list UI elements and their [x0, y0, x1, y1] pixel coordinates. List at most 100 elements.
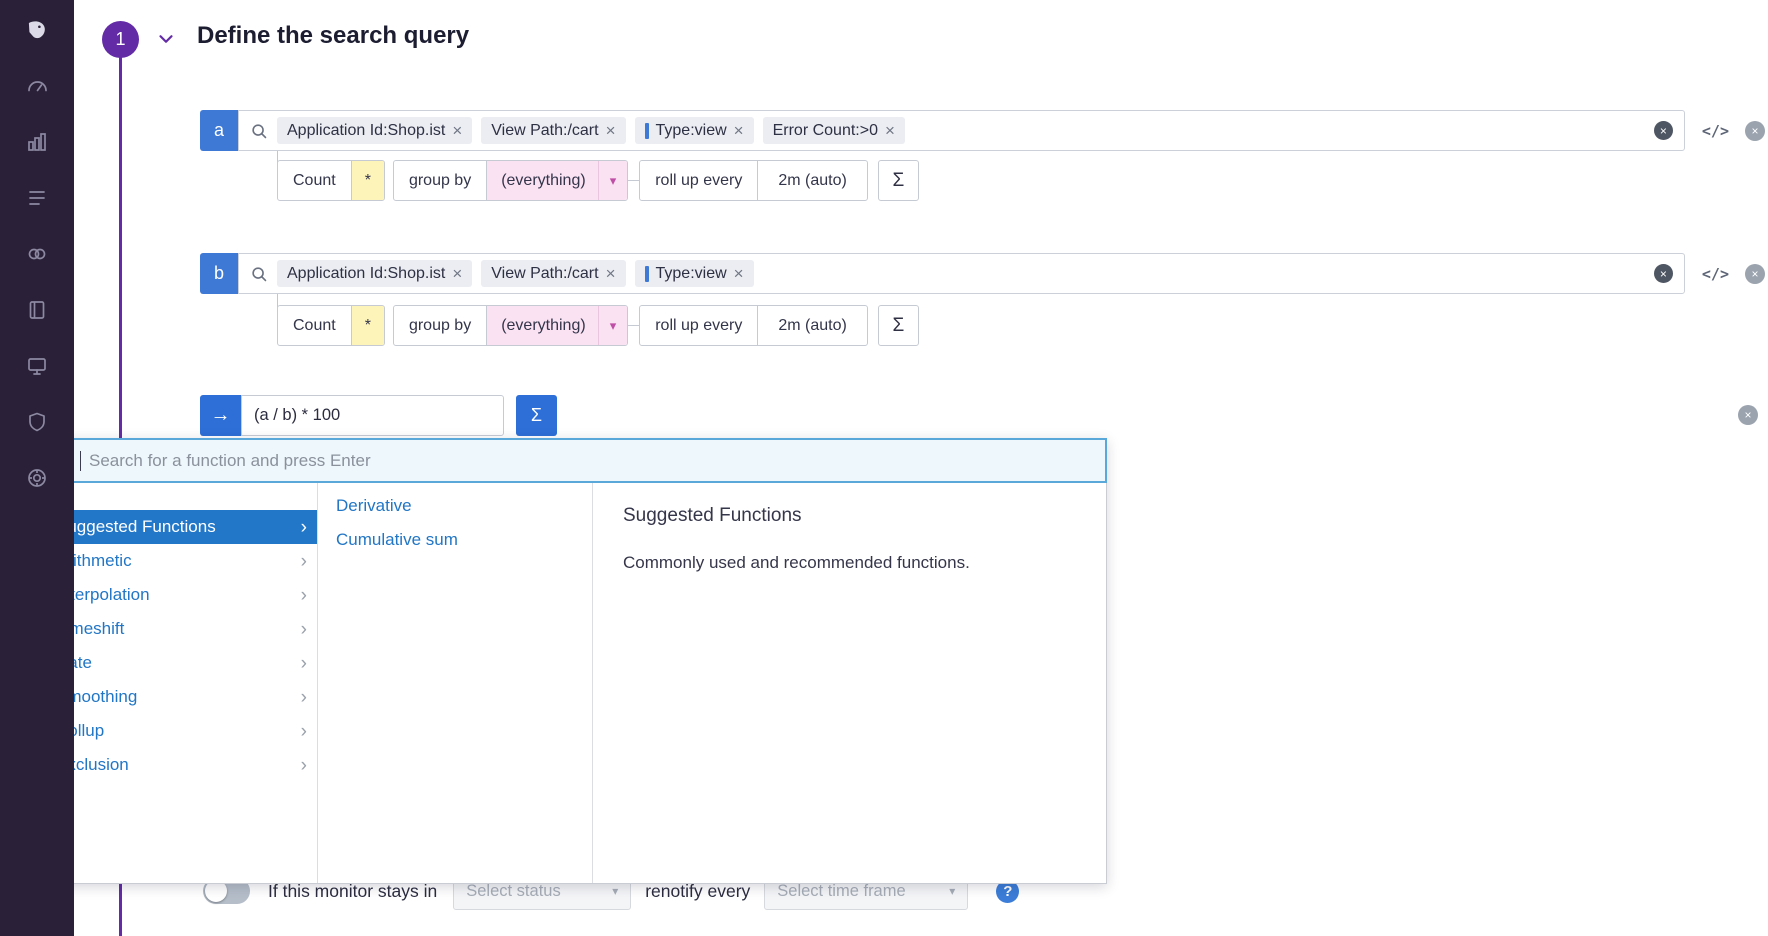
rollup-label: roll up every	[640, 306, 757, 345]
aggregation-row-b: Count * group by (everything) ▾ roll up …	[277, 305, 919, 346]
chevron-right-icon: ›	[301, 756, 307, 775]
filter-label: Application Id:Shop.ist	[287, 265, 445, 283]
filter-pill[interactable]: Application Id:Shop.ist ×	[277, 260, 472, 287]
logs-icon[interactable]	[23, 184, 51, 212]
formula-expression-input[interactable]: (a / b) * 100	[241, 395, 504, 436]
category-exclusion[interactable]: Exclusion ›	[43, 748, 317, 782]
facet-indicator	[645, 123, 649, 139]
function-picker-panel: Suggested Functions › Arithmetic › Inter…	[42, 438, 1107, 884]
chevron-right-icon: ›	[301, 518, 307, 537]
function-derivative[interactable]: Derivative	[318, 489, 592, 523]
section-title: Define the search query	[197, 22, 469, 50]
category-smoothing[interactable]: Smoothing ›	[43, 680, 317, 714]
search-icon	[250, 265, 268, 283]
filter-pill[interactable]: Error Count:>0 ×	[763, 117, 905, 144]
filter-pill[interactable]: View Path:/cart ×	[481, 117, 625, 144]
chevron-right-icon: ›	[301, 688, 307, 707]
select-timeframe-placeholder: Select time frame	[777, 882, 905, 901]
filter-label: Application Id:Shop.ist	[287, 122, 445, 140]
query-search-bar[interactable]: Application Id:Shop.ist × View Path:/car…	[238, 110, 1685, 151]
remove-filter-icon[interactable]: ×	[606, 122, 616, 139]
formula-arrow-icon[interactable]: →	[200, 395, 241, 436]
aggregation-row-a: Count * group by (everything) ▾ roll up …	[277, 160, 919, 201]
remove-filter-icon[interactable]: ×	[452, 265, 462, 282]
category-interpolation[interactable]: Interpolation ›	[43, 578, 317, 612]
chevron-right-icon: ›	[301, 722, 307, 741]
query-letter-badge: a	[200, 110, 238, 151]
detail-description: Commonly used and recommended functions.	[623, 553, 1076, 573]
security-shield-icon[interactable]	[23, 408, 51, 436]
synthetics-globe-icon[interactable]	[23, 464, 51, 492]
category-rollup[interactable]: Rollup ›	[43, 714, 317, 748]
rollup-value-dropdown[interactable]: 2m (auto)	[757, 306, 866, 345]
formula-row: → (a / b) * 100 Σ	[200, 395, 557, 436]
chevron-right-icon: ›	[301, 654, 307, 673]
query-search-bar[interactable]: Application Id:Shop.ist × View Path:/car…	[238, 253, 1685, 294]
category-arithmetic[interactable]: Arithmetic ›	[43, 544, 317, 578]
remove-filter-icon[interactable]: ×	[452, 122, 462, 139]
category-label: Suggested Functions	[56, 517, 216, 537]
datadog-logo-icon[interactable]	[23, 16, 51, 44]
collapse-section-chevron-icon[interactable]	[155, 28, 177, 55]
notebooks-icon[interactable]	[23, 296, 51, 324]
function-search-bar[interactable]	[42, 438, 1107, 483]
delete-formula-icon[interactable]: ×	[1738, 405, 1758, 425]
connector-dash	[628, 325, 639, 326]
step-number-badge: 1	[102, 21, 139, 58]
aggregation-function-dropdown[interactable]: Count	[278, 306, 351, 345]
advanced-options-button[interactable]: Σ	[878, 305, 919, 346]
filter-pill[interactable]: View Path:/cart ×	[481, 260, 625, 287]
group-by-value-dropdown[interactable]: (everything)	[486, 306, 597, 345]
delete-query-icon[interactable]: ×	[1745, 121, 1765, 141]
aggregation-metric-field[interactable]: *	[351, 306, 384, 345]
chevron-down-icon: ▾	[612, 884, 618, 898]
chevron-down-icon[interactable]: ▾	[598, 161, 628, 200]
rollup-value-dropdown[interactable]: 2m (auto)	[757, 161, 866, 200]
filter-label: View Path:/cart	[491, 122, 598, 140]
group-by-label: group by	[394, 161, 486, 200]
clear-query-icon[interactable]: ×	[1654, 264, 1673, 283]
category-suggested-functions[interactable]: Suggested Functions ›	[43, 510, 317, 544]
select-status-placeholder: Select status	[466, 882, 560, 901]
remove-filter-icon[interactable]: ×	[734, 265, 744, 282]
aggregation-metric-field[interactable]: *	[351, 161, 384, 200]
function-list: Derivative Cumulative sum	[318, 483, 593, 883]
category-timeshift[interactable]: Timeshift ›	[43, 612, 317, 646]
remove-filter-icon[interactable]: ×	[734, 122, 744, 139]
delete-query-icon[interactable]: ×	[1745, 264, 1765, 284]
filter-label: Type:view	[656, 265, 727, 283]
monitors-icon[interactable]	[23, 352, 51, 380]
function-search-input[interactable]	[89, 451, 1095, 471]
infrastructure-icon[interactable]	[23, 128, 51, 156]
filter-pill[interactable]: Type:view ×	[635, 260, 754, 287]
advanced-options-button[interactable]: Σ	[878, 160, 919, 201]
remove-filter-icon[interactable]: ×	[885, 122, 895, 139]
query-row-a: a Application Id:Shop.ist × View Path:/c…	[200, 110, 1765, 151]
category-rate[interactable]: Rate ›	[43, 646, 317, 680]
code-view-icon[interactable]: </>	[1702, 122, 1729, 140]
function-cumulative-sum[interactable]: Cumulative sum	[318, 523, 592, 557]
filter-pill[interactable]: Application Id:Shop.ist ×	[277, 117, 472, 144]
filter-pill[interactable]: Type:view ×	[635, 117, 754, 144]
integrations-icon[interactable]	[23, 240, 51, 268]
chevron-right-icon: ›	[301, 552, 307, 571]
function-category-list: Suggested Functions › Arithmetic › Inter…	[43, 483, 318, 883]
facet-indicator	[645, 266, 649, 282]
chevron-down-icon[interactable]: ▾	[598, 306, 628, 345]
remove-filter-icon[interactable]: ×	[606, 265, 616, 282]
function-detail-pane: Suggested Functions Commonly used and re…	[593, 483, 1106, 883]
aggregation-function-dropdown[interactable]: Count	[278, 161, 351, 200]
filter-label: Type:view	[656, 122, 727, 140]
function-picker-body: Suggested Functions › Arithmetic › Inter…	[43, 483, 1106, 883]
code-view-icon[interactable]: </>	[1702, 265, 1729, 283]
rollup-label: roll up every	[640, 161, 757, 200]
group-by-value-dropdown[interactable]: (everything)	[486, 161, 597, 200]
query-row-b: b Application Id:Shop.ist × View Path:/c…	[200, 253, 1765, 294]
app-sidebar	[0, 0, 74, 936]
metrics-gauge-icon[interactable]	[23, 72, 51, 100]
filter-label: View Path:/cart	[491, 265, 598, 283]
clear-query-icon[interactable]: ×	[1654, 121, 1673, 140]
search-icon	[250, 122, 268, 140]
formula-function-button[interactable]: Σ	[516, 395, 557, 436]
chevron-right-icon: ›	[301, 620, 307, 639]
